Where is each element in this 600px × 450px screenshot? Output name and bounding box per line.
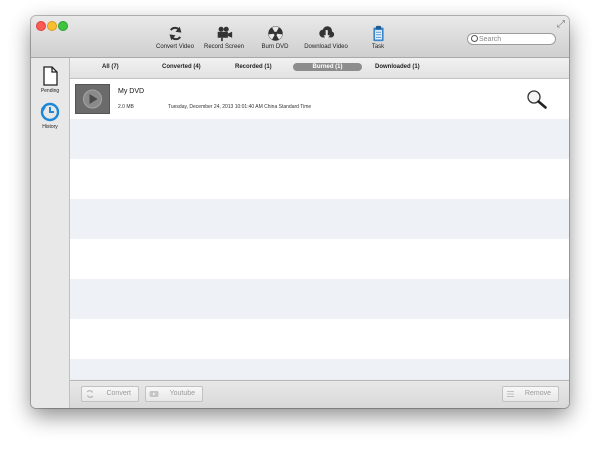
app-window: ⤢ Convert Video Record Screen Burn DVD D… bbox=[31, 16, 569, 408]
convert-button[interactable]: Convert bbox=[81, 386, 139, 402]
convert-video-button[interactable]: Convert Video bbox=[152, 25, 198, 50]
convert-small-icon bbox=[86, 390, 94, 398]
youtube-button-label: Youtube bbox=[169, 390, 195, 397]
empty-row bbox=[70, 199, 569, 239]
filter-tabs: All (7) Converted (4) Recorded (1) Burne… bbox=[70, 58, 569, 79]
empty-row bbox=[70, 319, 569, 359]
sidebar-item-pending[interactable]: Pending bbox=[31, 66, 69, 94]
burn-dvd-button[interactable]: Burn DVD bbox=[255, 25, 295, 50]
video-thumbnail[interactable] bbox=[75, 84, 110, 114]
convert-button-label: Convert bbox=[106, 390, 131, 397]
burn-disc-icon bbox=[267, 26, 283, 41]
remove-button-label: Remove bbox=[524, 390, 551, 397]
convert-icon bbox=[169, 26, 181, 41]
fullscreen-icon[interactable]: ⤢ bbox=[557, 19, 565, 30]
empty-row bbox=[70, 119, 569, 159]
remove-button[interactable]: Remove bbox=[502, 386, 559, 402]
search-placeholder: Search bbox=[479, 36, 502, 43]
item-title: My DVD bbox=[118, 88, 145, 95]
item-date: Tuesday, December 24, 2013 10:01:40 AM C… bbox=[168, 104, 312, 110]
download-video-button[interactable]: Download Video bbox=[302, 25, 350, 50]
item-size: 2.0 MB bbox=[118, 104, 134, 110]
empty-row bbox=[70, 359, 569, 379]
task-button[interactable]: Task bbox=[366, 25, 390, 50]
camera-icon bbox=[217, 26, 232, 42]
empty-row bbox=[70, 279, 569, 319]
clipboard-icon bbox=[372, 25, 384, 42]
download-video-label: Download Video bbox=[304, 44, 348, 50]
tab-all[interactable]: All (7) bbox=[102, 64, 119, 70]
empty-row bbox=[70, 159, 569, 199]
search-icon bbox=[471, 35, 478, 42]
task-label: Task bbox=[371, 44, 385, 50]
record-screen-label: Record Screen bbox=[203, 44, 245, 50]
youtube-icon bbox=[149, 391, 159, 397]
item-list: My DVD 2.0 MB Tuesday, December 24, 2013… bbox=[70, 79, 569, 379]
zoom-window-button[interactable] bbox=[58, 21, 68, 31]
cloud-download-icon bbox=[318, 26, 334, 40]
list-item[interactable]: My DVD 2.0 MB Tuesday, December 24, 2013… bbox=[70, 79, 569, 119]
magnifier-icon[interactable] bbox=[526, 89, 548, 109]
history-clock-icon bbox=[40, 102, 60, 122]
tab-burned[interactable]: Burned (1) bbox=[293, 63, 362, 71]
empty-row bbox=[70, 239, 569, 279]
burn-dvd-label: Burn DVD bbox=[261, 44, 289, 50]
sidebar-item-history[interactable]: History bbox=[31, 102, 69, 130]
close-window-button[interactable] bbox=[36, 21, 46, 31]
search-input[interactable]: Search bbox=[467, 33, 556, 45]
youtube-button[interactable]: Youtube bbox=[145, 386, 203, 402]
record-screen-button[interactable]: Record Screen bbox=[203, 25, 245, 50]
toolbar: ⤢ Convert Video Record Screen Burn DVD D… bbox=[31, 16, 569, 58]
sidebar: Pending History bbox=[31, 58, 70, 408]
convert-video-label: Convert Video bbox=[156, 44, 194, 50]
sidebar-item-label: Pending bbox=[40, 88, 60, 94]
sidebar-item-label: History bbox=[42, 124, 58, 130]
play-icon bbox=[83, 89, 102, 109]
document-icon bbox=[43, 66, 58, 86]
bottom-toolbar: Convert Youtube Remove bbox=[70, 380, 569, 408]
list-remove-icon bbox=[507, 391, 514, 397]
tab-converted[interactable]: Converted (4) bbox=[162, 64, 201, 70]
minimize-window-button[interactable] bbox=[47, 21, 57, 31]
tab-recorded[interactable]: Recorded (1) bbox=[235, 64, 272, 70]
tab-downloaded[interactable]: Downloaded (1) bbox=[375, 64, 420, 70]
